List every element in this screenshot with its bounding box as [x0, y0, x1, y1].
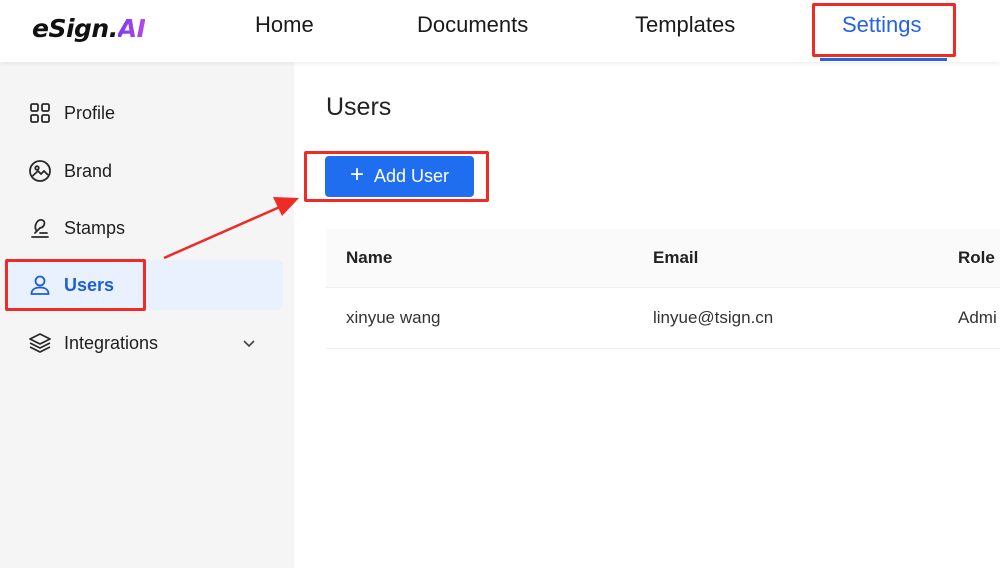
chevron-down-icon[interactable] [241, 335, 257, 351]
page: eSign. AI Home Documents Templates Settin… [0, 0, 1000, 568]
logo-text-esign: eSign [32, 14, 109, 43]
page-title: Users [326, 93, 392, 121]
annotation-highlight-add-user [304, 151, 489, 202]
table-row[interactable]: xinyue wang linyue@tsign.cn Admi [326, 288, 1000, 349]
sidebar-item-label: Stamps [64, 217, 126, 238]
app-logo[interactable]: eSign. AI [32, 14, 146, 48]
cell-email: linyue@tsign.cn [653, 308, 774, 327]
logo-text-ai: AI [117, 14, 146, 43]
sidebar-item-integrations[interactable]: Integrations [8, 318, 283, 368]
image-icon [27, 158, 53, 184]
top-header: eSign. AI Home Documents Templates Settin… [0, 0, 1000, 62]
sidebar-item-label: Integrations [64, 332, 159, 353]
logo-text-dot: . [108, 14, 119, 43]
nav-templates[interactable]: Templates [635, 10, 735, 40]
stamp-icon [27, 215, 53, 241]
nav-documents[interactable]: Documents [417, 10, 528, 40]
annotation-highlight-users [5, 259, 146, 311]
grid-icon [27, 100, 53, 126]
column-header-name[interactable]: Name [346, 229, 392, 287]
sidebar-item-profile[interactable]: Profile [8, 88, 283, 138]
annotation-highlight-settings [812, 3, 956, 57]
users-table: Name Email Role xinyue wang linyue@tsign… [326, 229, 1000, 349]
sidebar-item-label: Brand [64, 160, 113, 181]
nav-active-underline [820, 58, 947, 61]
sidebar-item-label: Profile [64, 102, 116, 123]
column-header-role[interactable]: Role [958, 229, 995, 287]
cell-name: xinyue wang [346, 308, 441, 327]
layers-icon [27, 330, 53, 356]
column-header-email[interactable]: Email [653, 229, 698, 287]
nav-home[interactable]: Home [255, 10, 314, 40]
cell-role: Admi [958, 308, 997, 327]
sidebar-item-brand[interactable]: Brand [8, 146, 283, 196]
sidebar-item-stamps[interactable]: Stamps [8, 203, 283, 253]
table-header: Name Email Role [326, 229, 1000, 288]
